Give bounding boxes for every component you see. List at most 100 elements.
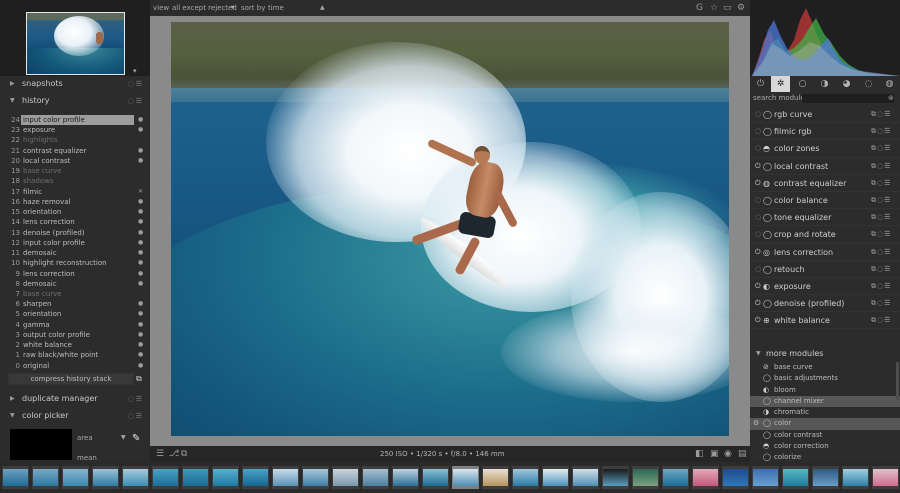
module-item[interactable]: ○ ◯ rgb curve ⧉◌☰	[750, 106, 900, 124]
styles-icon[interactable]: ⎇	[169, 446, 179, 462]
module-item[interactable]: ⏻ ◍ contrast equalizer ⧉◌☰	[750, 175, 900, 192]
filter-dropdown[interactable]: all except rejected	[172, 0, 237, 16]
module-actions-icon[interactable]: ⧉◌☰	[871, 244, 891, 261]
history-item[interactable]: 11 demosaic ●	[0, 248, 150, 258]
presets-icon[interactable]: ☰	[136, 93, 144, 109]
history-item[interactable]: 13 denoise (profiled) ●	[0, 228, 150, 238]
search-module-input[interactable]	[802, 94, 894, 103]
effect-group-icon[interactable]: ◍	[880, 76, 899, 92]
module-actions-icon[interactable]: ⧉◌☰	[871, 123, 891, 140]
color-picker-icon[interactable]: ✎	[132, 433, 140, 444]
color-group-icon[interactable]: ◕	[837, 76, 856, 92]
sort-direction-icon[interactable]: ▲	[320, 0, 325, 16]
module-item[interactable]: ○ ◯ filmic rgb ⧉◌☰	[750, 123, 900, 141]
presets-icon[interactable]: ☰	[136, 76, 144, 92]
menu-icon[interactable]: ☰	[156, 446, 164, 462]
history-item[interactable]: 12 input color profile ●	[0, 238, 150, 248]
history-item[interactable]: 18 shadows	[0, 176, 150, 186]
reset-icon[interactable]: ◌	[128, 408, 136, 424]
navigation-viewport-frame[interactable]	[26, 12, 125, 75]
reset-icon[interactable]: ◌	[128, 76, 136, 92]
module-actions-icon[interactable]: ⧉◌☰	[871, 295, 891, 312]
correct-group-icon[interactable]: ◌	[859, 76, 878, 92]
favorites-star-icon[interactable]: ✲	[771, 76, 790, 92]
more-module-item[interactable]: ◑ chromatic	[750, 407, 900, 418]
expand-arrow-icon[interactable]: ▼	[10, 93, 15, 109]
filmstrip-thumbnail[interactable]	[752, 466, 779, 489]
base-group-icon[interactable]: ○	[793, 76, 812, 92]
filmstrip-thumbnail[interactable]	[482, 466, 509, 489]
module-item[interactable]: ○ ◯ tone equalizer ⧉◌☰	[750, 209, 900, 227]
module-actions-icon[interactable]: ⧉◌☰	[871, 209, 891, 226]
module-actions-icon[interactable]: ⧉◌☰	[871, 192, 891, 209]
filmstrip-thumbnail[interactable]	[122, 466, 149, 489]
gear-icon[interactable]: ⚙	[737, 0, 745, 16]
filmstrip-thumbnail[interactable]	[302, 466, 329, 489]
filmstrip-thumbnail[interactable]	[602, 466, 629, 489]
softproof-icon[interactable]: ◧	[695, 446, 704, 462]
second-window-icon[interactable]: ⧉	[181, 446, 187, 462]
filmstrip-thumbnail[interactable]	[2, 466, 29, 489]
module-item[interactable]: ⏻ ◯ local contrast ⧉◌☰	[750, 158, 900, 175]
chevron-down-icon[interactable]: ▼	[231, 0, 235, 16]
history-item[interactable]: 4 gamma ●	[0, 320, 150, 330]
sort-dropdown[interactable]: time	[268, 0, 284, 16]
module-actions-icon[interactable]: ⧉◌☰	[871, 175, 891, 192]
filmstrip-thumbnail[interactable]	[872, 466, 899, 489]
filmstrip-thumbnail[interactable]	[512, 466, 539, 489]
filmstrip-thumbnail[interactable]	[32, 466, 59, 489]
filmstrip-thumbnail[interactable]	[212, 466, 239, 489]
history-header[interactable]: ▼ history ◌☰	[0, 93, 150, 109]
chevron-down-icon[interactable]: ▼	[121, 434, 126, 441]
more-module-item[interactable]: ⊘ base curve	[750, 362, 900, 373]
history-item[interactable]: 22 highlights	[0, 135, 150, 145]
main-photo[interactable]	[171, 22, 729, 436]
module-item[interactable]: ⏻ ◐ exposure ⧉◌☰	[750, 278, 900, 296]
power-toggle-icon[interactable]: ○	[755, 192, 761, 209]
presets-icon[interactable]: ☰	[136, 408, 144, 424]
tone-group-icon[interactable]: ◑	[815, 76, 834, 92]
history-item[interactable]: 14 lens correction ●	[0, 217, 150, 227]
filmstrip-thumbnail[interactable]	[242, 466, 269, 489]
filmstrip-thumbnail[interactable]	[92, 466, 119, 489]
more-module-item[interactable]: ◐ bloom	[750, 385, 900, 396]
filmstrip-thumbnail[interactable]	[422, 466, 449, 489]
power-toggle-icon[interactable]: ⏻	[755, 312, 761, 329]
module-item[interactable]: ○ ◓ color zones ⧉◌☰	[750, 140, 900, 158]
create-style-icon[interactable]: ⧉	[136, 373, 146, 385]
module-actions-icon[interactable]: ⧉◌☰	[871, 312, 891, 329]
color-picker-header[interactable]: ▼ color picker ◌☰	[0, 408, 150, 424]
expand-arrow-icon[interactable]: ▼	[10, 408, 15, 424]
power-toggle-icon[interactable]: ○	[755, 226, 761, 243]
grouping-icon[interactable]: G	[696, 0, 703, 16]
power-toggle-icon[interactable]: ○	[755, 209, 761, 226]
picker-mean-label[interactable]: mean	[77, 454, 97, 462]
history-item[interactable]: 21 contrast equalizer ●	[0, 146, 150, 156]
history-item[interactable]: 20 local contrast ●	[0, 156, 150, 166]
history-item[interactable]: 17 filmic ✕	[0, 187, 150, 197]
filmstrip-thumbnail[interactable]	[332, 466, 359, 489]
histogram[interactable]	[750, 0, 900, 76]
power-toggle-icon[interactable]: ⏻	[755, 158, 761, 175]
reset-icon[interactable]: ◌	[128, 93, 136, 109]
module-item[interactable]: ⏻ ◎ lens correction ⧉◌☰	[750, 244, 900, 261]
filmstrip-thumbnail[interactable]	[632, 466, 659, 489]
power-toggle-icon[interactable]: ○	[755, 106, 761, 123]
focus-peaking-icon[interactable]: ◉	[724, 446, 732, 462]
history-item[interactable]: 10 highlight reconstruction ●	[0, 258, 150, 268]
filmstrip-thumbnail[interactable]	[392, 466, 419, 489]
module-actions-icon[interactable]: ⧉◌☰	[871, 226, 891, 243]
filmstrip-thumbnail[interactable]	[662, 466, 689, 489]
history-item[interactable]: 19 base curve	[0, 166, 150, 176]
module-actions-icon[interactable]: ⧉◌☰	[871, 261, 891, 278]
power-toggle-icon[interactable]: ○	[755, 123, 761, 140]
module-item[interactable]: ⏻ ◯ denoise (profiled) ⧉◌☰	[750, 295, 900, 313]
clear-search-icon[interactable]: ⊗	[888, 92, 894, 105]
history-item[interactable]: 9 lens correction ●	[0, 269, 150, 279]
module-item[interactable]: ○ ◯ retouch ⧉◌☰	[750, 261, 900, 278]
history-item[interactable]: 1 raw black/white point ●	[0, 350, 150, 360]
more-modules-header[interactable]: ▼ more modules	[750, 346, 900, 362]
filmstrip-thumbnail[interactable]	[272, 466, 299, 489]
more-module-item[interactable]: ⚙ ◯ color	[750, 418, 900, 430]
filmstrip-thumbnail[interactable]	[812, 466, 839, 489]
